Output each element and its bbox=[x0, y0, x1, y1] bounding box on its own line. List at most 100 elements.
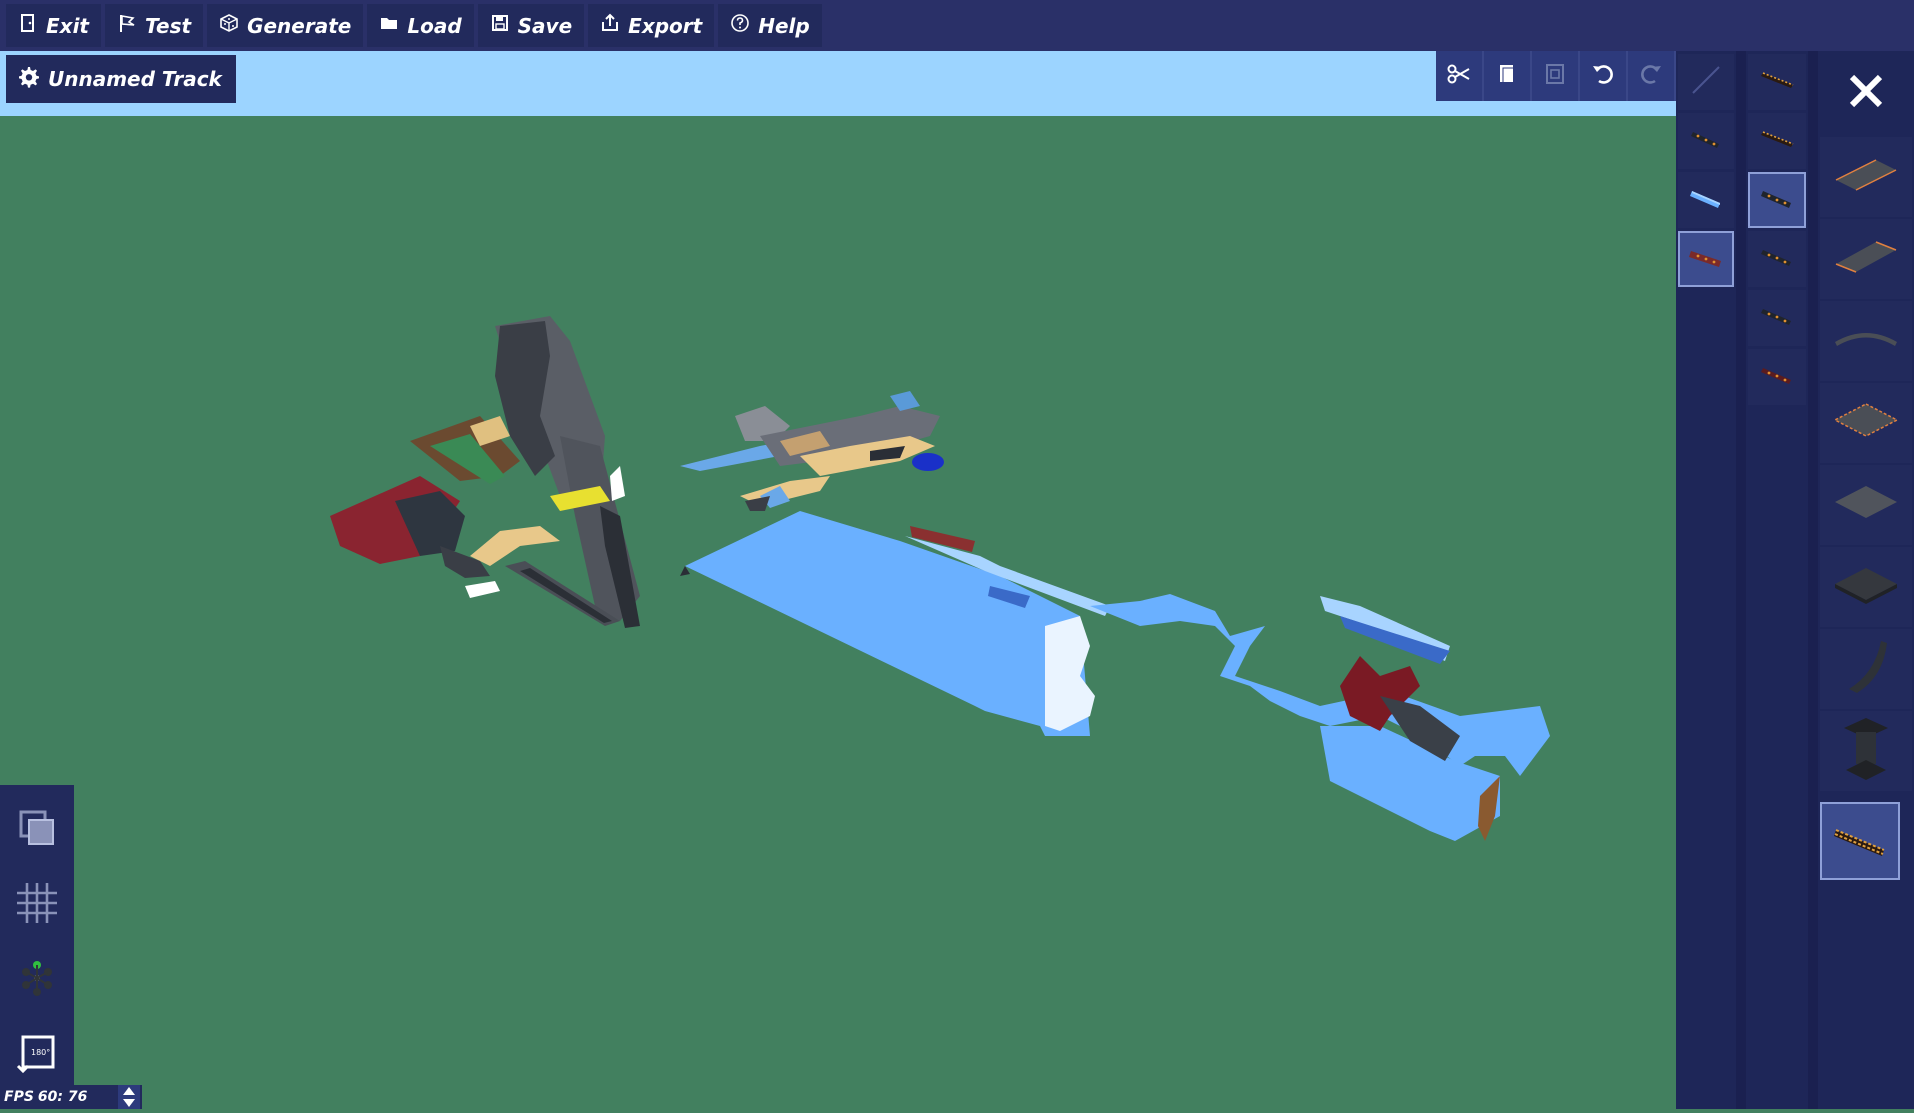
palette-item-red-barrier-2[interactable] bbox=[1748, 349, 1806, 405]
palette-item-pillar[interactable] bbox=[1820, 711, 1912, 791]
main-menu: Exit Test Generate Load Save Export Help bbox=[6, 4, 822, 47]
palette-item-barrier-selected[interactable] bbox=[1748, 172, 1806, 228]
red-barrier-piece-icon bbox=[1759, 358, 1795, 396]
gizmo-icon bbox=[15, 956, 59, 1004]
tilted-tile-icon bbox=[1831, 232, 1901, 286]
fps-value: 60: 76 bbox=[37, 1089, 88, 1105]
palette-item-striped-barrier-2[interactable] bbox=[1748, 113, 1806, 169]
palette-item-striped-barrier-selected[interactable] bbox=[1820, 802, 1900, 880]
fps-label: FPS bbox=[4, 1089, 34, 1105]
striped-barrier-icon bbox=[1759, 63, 1795, 101]
palette-item-diagonal-line[interactable] bbox=[1678, 54, 1734, 110]
loop-track-section bbox=[330, 316, 640, 628]
redo-icon bbox=[1638, 61, 1664, 91]
copy-icon bbox=[1494, 61, 1520, 91]
help-button[interactable]: Help bbox=[718, 4, 822, 47]
barrier-piece-icon bbox=[1689, 122, 1723, 160]
track-name-label: Unnamed Track bbox=[48, 67, 222, 91]
redo-button[interactable] bbox=[1628, 51, 1674, 101]
grid-icon bbox=[15, 881, 59, 929]
palette-item-blue-ramp[interactable] bbox=[1678, 172, 1734, 228]
share-icon bbox=[600, 13, 620, 38]
plain-tile-icon bbox=[1831, 478, 1901, 532]
load-label: Load bbox=[407, 13, 462, 38]
gear-icon bbox=[16, 65, 40, 94]
flag-icon bbox=[117, 13, 137, 38]
test-button[interactable]: Test bbox=[104, 4, 204, 47]
undo-icon bbox=[1590, 61, 1616, 91]
curved-ramp-icon bbox=[1831, 637, 1901, 701]
exit-button[interactable]: Exit bbox=[6, 4, 101, 47]
load-button[interactable]: Load bbox=[367, 4, 474, 47]
up-down-arrow-icon bbox=[123, 1087, 135, 1107]
top-menu-bar: Exit Test Generate Load Save Export Help bbox=[0, 0, 1914, 51]
palette-item-red-barrier[interactable] bbox=[1678, 231, 1734, 287]
track-name-button[interactable]: Unnamed Track bbox=[6, 55, 236, 103]
barrier-piece-icon bbox=[1759, 240, 1795, 278]
palette-scrollbar-1[interactable] bbox=[1736, 51, 1746, 1109]
paste-button[interactable] bbox=[1532, 51, 1578, 101]
zigzag-track-section bbox=[1090, 594, 1550, 841]
track-scene-render bbox=[330, 316, 1550, 841]
track-bar: Unnamed Track bbox=[0, 51, 1676, 116]
left-tool-panel: 180° bbox=[0, 785, 74, 1085]
fps-counter: FPS 60: 76 bbox=[0, 1085, 142, 1109]
rotate-button[interactable]: 180° bbox=[12, 1030, 62, 1080]
generate-button[interactable]: Generate bbox=[207, 4, 364, 47]
pillar-icon bbox=[1836, 714, 1896, 788]
flat-tile-icon bbox=[1831, 150, 1901, 204]
folder-icon bbox=[379, 13, 399, 38]
palette-scrollbar-2[interactable] bbox=[1808, 51, 1818, 1109]
barrier-piece-icon bbox=[1759, 181, 1795, 219]
paste-icon bbox=[1542, 61, 1568, 91]
fps-stepper[interactable] bbox=[118, 1085, 140, 1109]
grid-button[interactable] bbox=[12, 880, 62, 930]
scissors-icon bbox=[1446, 61, 1472, 91]
palette-item-plain-tile[interactable] bbox=[1820, 465, 1912, 545]
export-button[interactable]: Export bbox=[588, 4, 715, 47]
undo-button[interactable] bbox=[1580, 51, 1626, 101]
palette-item-barrier[interactable] bbox=[1678, 113, 1734, 169]
upper-track-section bbox=[680, 391, 944, 511]
palette-item-dark-tile[interactable] bbox=[1820, 547, 1912, 627]
palette-item-striped-barrier-1[interactable] bbox=[1748, 54, 1806, 110]
blue-platform-section bbox=[680, 511, 1110, 736]
layers-button[interactable] bbox=[12, 805, 62, 855]
palette-item-barrier-3[interactable] bbox=[1748, 290, 1806, 346]
layers-icon bbox=[15, 806, 59, 854]
floppy-icon bbox=[490, 13, 510, 38]
palette-item-flat-tile[interactable] bbox=[1820, 137, 1912, 217]
generate-label: Generate bbox=[247, 13, 352, 38]
blue-ramp-piece-icon bbox=[1689, 181, 1723, 219]
palette-item-barrier-2[interactable] bbox=[1748, 231, 1806, 287]
question-icon bbox=[730, 13, 750, 38]
copy-button[interactable] bbox=[1484, 51, 1530, 101]
cut-button[interactable] bbox=[1436, 51, 1482, 101]
gizmo-button[interactable] bbox=[12, 955, 62, 1005]
palette-item-tilted-tile[interactable] bbox=[1820, 219, 1912, 299]
curved-arc-icon bbox=[1831, 314, 1901, 368]
track-viewport[interactable] bbox=[0, 116, 1676, 1109]
help-label: Help bbox=[758, 13, 810, 38]
save-label: Save bbox=[517, 13, 573, 38]
striped-barrier-icon bbox=[1830, 814, 1890, 868]
svg-text:180°: 180° bbox=[31, 1048, 50, 1057]
red-barrier-piece-icon bbox=[1689, 240, 1723, 278]
rotate-icon: 180° bbox=[15, 1031, 59, 1079]
dark-tile-icon bbox=[1831, 560, 1901, 614]
palette-item-curved-arc[interactable] bbox=[1820, 301, 1912, 381]
exit-label: Exit bbox=[46, 13, 89, 38]
close-icon bbox=[1846, 71, 1886, 115]
dice-icon bbox=[219, 13, 239, 38]
door-icon bbox=[18, 13, 38, 38]
palette-item-bordered-tile[interactable] bbox=[1820, 383, 1912, 463]
striped-barrier-icon bbox=[1759, 122, 1795, 160]
export-label: Export bbox=[628, 13, 703, 38]
diagonal-line-icon bbox=[1689, 63, 1723, 101]
bordered-tile-icon bbox=[1831, 396, 1901, 450]
palette-item-curved-ramp[interactable] bbox=[1820, 629, 1912, 709]
test-label: Test bbox=[144, 13, 192, 38]
save-button[interactable]: Save bbox=[477, 4, 585, 47]
barrier-piece-icon bbox=[1759, 299, 1795, 337]
close-palette-button[interactable] bbox=[1818, 51, 1914, 135]
